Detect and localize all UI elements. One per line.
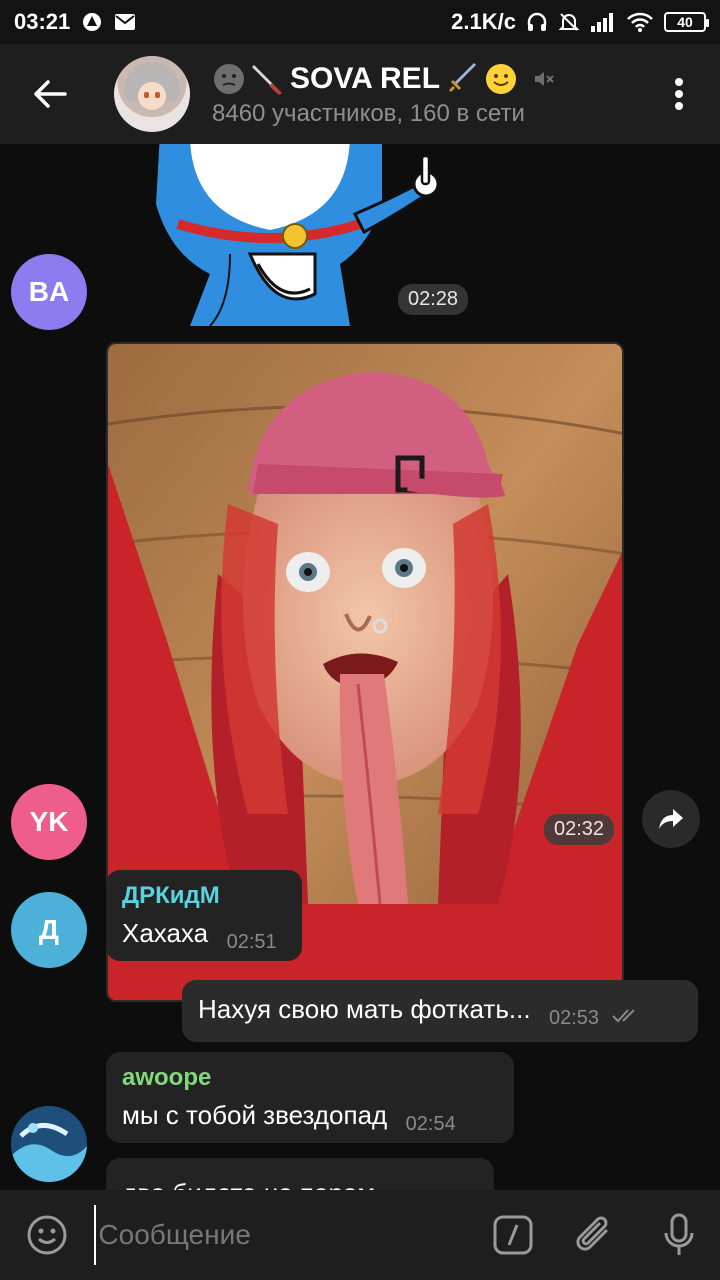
headphones-icon: [526, 11, 548, 33]
message-time: 02:51: [226, 931, 277, 953]
avatar[interactable]: YK: [11, 784, 87, 860]
status-bar: 03:21 2.1K/c 40: [0, 0, 720, 44]
paperclip-icon: [576, 1216, 608, 1251]
message-text: Хахаха: [122, 918, 209, 948]
avatar[interactable]: [11, 1106, 87, 1182]
chat-avatar[interactable]: [114, 56, 190, 132]
slash-command-icon: [493, 1215, 533, 1255]
bot-commands-button[interactable]: [471, 1190, 554, 1280]
chat-subtitle: 8460 участников, 160 в сети: [212, 100, 525, 127]
chat-title: SOVA REL: [212, 60, 556, 98]
message-time: 02:54: [405, 1113, 456, 1135]
message-time: 02:32: [544, 814, 615, 845]
app-notification-icon: [82, 12, 102, 32]
more-menu-button[interactable]: [664, 76, 694, 112]
battery-icon: 40: [664, 12, 709, 32]
message-text: два билета на паром: [122, 1178, 375, 1190]
message-input[interactable]: [94, 1205, 460, 1265]
dark-face-emoji-icon: [214, 64, 244, 94]
voice-record-button[interactable]: [637, 1190, 720, 1280]
outgoing-message-bubble[interactable]: Нахуя свою мать фоткать... 02:53: [182, 980, 698, 1042]
message-bubble[interactable]: awoope мы с тобой звездопад 02:54: [106, 1052, 514, 1143]
chat-header: SOVA REL 8460 участников, 160 в сети: [0, 44, 720, 144]
arrow-left-icon: [34, 80, 67, 108]
message-input-bar: [0, 1190, 720, 1280]
message-time: 02:53: [549, 1007, 600, 1029]
signal-icon: [590, 12, 616, 32]
wifi-icon: [626, 11, 654, 33]
avatar[interactable]: BA: [11, 254, 87, 330]
chat-info[interactable]: SOVA REL 8460 участников, 160 в сети: [212, 60, 556, 128]
status-time: 03:21: [14, 9, 71, 34]
sender-name[interactable]: awoope: [122, 1064, 498, 1092]
message-text: Нахуя свою мать фоткать...: [198, 994, 531, 1024]
attach-button[interactable]: [554, 1190, 637, 1280]
share-arrow-icon: [659, 809, 683, 829]
avatar[interactable]: Д: [11, 892, 87, 968]
muted-icon: [535, 72, 554, 86]
back-button[interactable]: [0, 44, 100, 144]
network-speed: 2.1K/c: [451, 9, 516, 34]
forward-button[interactable]: [642, 790, 700, 848]
smile-emoji-icon: [486, 64, 517, 94]
message-text: мы с тобой звездопад: [122, 1100, 388, 1130]
bell-off-icon: [558, 11, 580, 33]
message-bubble[interactable]: два билета на паром: [106, 1158, 494, 1190]
read-checks-icon: [611, 1008, 640, 1029]
knife-emoji-icon: [252, 65, 282, 95]
mail-icon: [114, 13, 136, 31]
sender-name[interactable]: ДРКидМ: [122, 882, 286, 910]
emoji-button[interactable]: [0, 1190, 94, 1280]
message-bubble[interactable]: ДРКидМ Хахаха 02:51: [106, 870, 302, 961]
user-photo-icon: [11, 1106, 87, 1182]
microphone-icon: [664, 1213, 694, 1255]
message-list[interactable]: BA 02:28 02:32 YK Д ДРКидМ Хахаха 02:51 …: [0, 144, 720, 1190]
more-vertical-icon: [675, 78, 683, 110]
message-time: 02:28: [398, 284, 469, 315]
smile-icon: [27, 1215, 67, 1255]
dagger-emoji-icon: [448, 63, 477, 93]
